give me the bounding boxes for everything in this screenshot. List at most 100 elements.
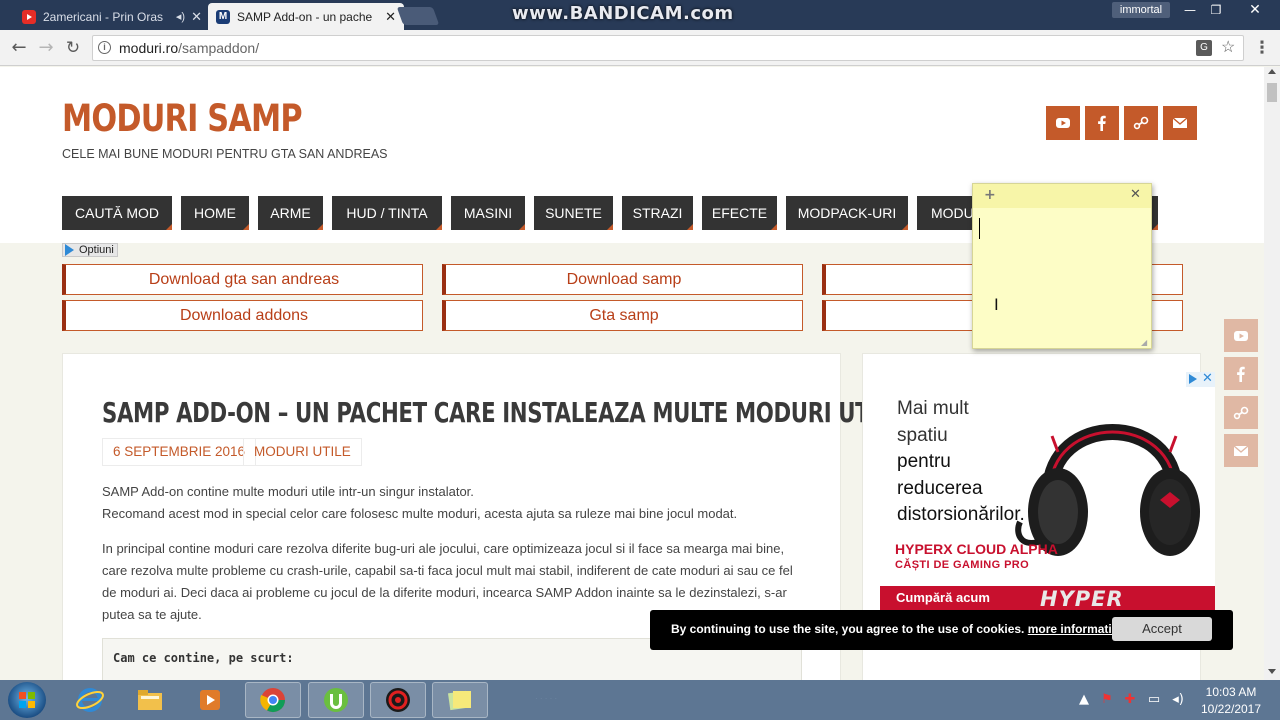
facebook-icon[interactable] bbox=[1085, 106, 1119, 140]
moduri-m-icon: M bbox=[216, 9, 230, 24]
download-addons-button[interactable]: Download addons bbox=[62, 300, 423, 331]
menu-item-arme[interactable]: ARME bbox=[258, 196, 323, 230]
ad-headline: distorsionărilor. bbox=[897, 504, 1025, 525]
accept-button[interactable]: Accept bbox=[1112, 617, 1212, 641]
mail-icon[interactable] bbox=[1163, 106, 1197, 140]
site-tagline: CELE MAI BUNE MODURI PENTRU GTA SAN ANDR… bbox=[62, 147, 388, 161]
close-icon[interactable]: ✕ bbox=[1130, 187, 1141, 202]
url-path: /sampaddon/ bbox=[178, 40, 260, 56]
internet-explorer-icon[interactable] bbox=[62, 682, 118, 718]
reload-icon[interactable]: ↻ bbox=[62, 37, 84, 59]
scroll-thumb[interactable] bbox=[1267, 83, 1277, 102]
security-icon[interactable]: ✚ bbox=[1122, 692, 1138, 708]
browser-toolbar: ← → ↻ i moduri.ro/sampaddon/ G ☆ ⋮ bbox=[0, 30, 1280, 66]
bandicam-watermark: www.BANDICAM.com bbox=[512, 3, 734, 24]
scroll-up-icon[interactable] bbox=[1268, 69, 1276, 74]
start-button[interactable] bbox=[8, 682, 46, 718]
maximize-icon[interactable]: ❐ bbox=[1202, 0, 1230, 20]
ad-subtitle: CĂȘTI DE GAMING PRO bbox=[895, 559, 1030, 571]
volume-icon[interactable]: ◂) bbox=[1170, 692, 1186, 708]
close-tab-icon[interactable]: ✕ bbox=[385, 9, 396, 25]
ad-close-icon[interactable]: ✕ bbox=[1202, 372, 1213, 386]
info-icon[interactable]: i bbox=[98, 41, 111, 54]
url-host: moduri.ro bbox=[119, 40, 179, 56]
site-title[interactable]: MODURI SAMP bbox=[62, 97, 303, 140]
menu-item-sunete[interactable]: SUNETE bbox=[534, 196, 613, 230]
plus-icon[interactable]: + bbox=[984, 187, 996, 203]
url-text: moduri.ro/sampaddon/ bbox=[119, 36, 259, 60]
sticky-note[interactable]: + ✕ I ◢ bbox=[972, 183, 1152, 349]
ad-headline: reducerea bbox=[897, 478, 983, 499]
menu-item-strazi[interactable]: STRAZI bbox=[622, 196, 693, 230]
gta-samp-button[interactable]: Gta samp bbox=[442, 300, 803, 331]
windows-logo-icon bbox=[19, 692, 35, 708]
minimize-icon[interactable]: — bbox=[1176, 0, 1204, 20]
windows-taskbar: · · · · · ▲ ⚑ ✚ ▭ ◂) 10:03 AM 10/22/2017 bbox=[0, 680, 1280, 720]
youtube-icon[interactable] bbox=[1224, 319, 1258, 352]
speaker-icon[interactable]: ◂) bbox=[176, 10, 185, 23]
kebab-menu-icon[interactable]: ⋮ bbox=[1252, 37, 1272, 59]
chrome-icon[interactable] bbox=[245, 682, 301, 718]
cookie-banner: By continuing to use the site, you agree… bbox=[650, 610, 1233, 650]
faded-overlay-text: · · · · · bbox=[535, 694, 558, 703]
clock-time[interactable]: 10:03 AM bbox=[1195, 685, 1267, 699]
youtube-icon[interactable] bbox=[1046, 106, 1080, 140]
download-gta-sa-button[interactable]: Download gta san andreas bbox=[62, 264, 423, 295]
media-player-icon[interactable] bbox=[182, 682, 238, 718]
menu-item-masini[interactable]: MASINI bbox=[451, 196, 525, 230]
web-page: MODURI SAMP CELE MAI BUNE MODURI PENTRU … bbox=[0, 67, 1264, 680]
download-samp-button[interactable]: Download samp bbox=[442, 264, 803, 295]
tab-youtube[interactable]: 2americani - Prin Oras ◂) ✕ bbox=[14, 3, 210, 30]
adchoices-badge[interactable]: ✕ bbox=[1186, 372, 1215, 387]
hyperx-logo: HYPER bbox=[1040, 587, 1124, 611]
post-category[interactable]: MODURI UTILE bbox=[243, 438, 362, 466]
back-arrow-icon[interactable]: ← bbox=[8, 37, 30, 59]
menu-item-home[interactable]: HOME bbox=[181, 196, 249, 230]
hyperx-ad[interactable]: Mai mult spatiu pentru reducerea distors… bbox=[880, 372, 1215, 612]
profile-badge[interactable]: immortal bbox=[1112, 2, 1170, 18]
mail-icon[interactable] bbox=[1224, 434, 1258, 467]
vertical-scrollbar[interactable] bbox=[1264, 67, 1280, 680]
translate-icon[interactable]: G bbox=[1196, 40, 1212, 56]
ad-buy-now[interactable]: Cumpără acum bbox=[896, 590, 990, 605]
forward-arrow-icon[interactable]: → bbox=[35, 37, 57, 59]
text-caret bbox=[979, 218, 980, 239]
utorrent-icon[interactable] bbox=[308, 682, 364, 718]
post-date[interactable]: 6 SEPTEMBRIE 2016 bbox=[102, 438, 257, 466]
cookie-text: By continuing to use the site, you agree… bbox=[671, 622, 1126, 636]
optiuni-adchoices[interactable]: Optiuni bbox=[62, 243, 118, 257]
new-tab-button[interactable] bbox=[396, 7, 440, 25]
ad-headline: pentru bbox=[897, 451, 951, 472]
ad-headline: Mai mult bbox=[897, 398, 969, 419]
steam-icon[interactable] bbox=[1224, 396, 1258, 429]
steam-icon[interactable] bbox=[1124, 106, 1158, 140]
youtube-icon bbox=[22, 9, 36, 24]
monitor-icon[interactable]: ▭ bbox=[1146, 692, 1162, 708]
resize-grip-icon[interactable]: ◢ bbox=[1141, 338, 1147, 347]
post-intro-line: SAMP Add-on contine multe moduri utile i… bbox=[102, 484, 474, 499]
clock-date[interactable]: 10/22/2017 bbox=[1195, 702, 1267, 716]
post-intro: SAMP Add-on contine multe moduri utile i… bbox=[102, 481, 807, 525]
menu-item-cauta-mod[interactable]: CAUTĂ MOD bbox=[62, 196, 172, 230]
close-tab-icon[interactable]: ✕ bbox=[191, 9, 202, 25]
post-intro-line: Recomand acest mod in special celor care… bbox=[102, 506, 738, 521]
menu-item-efecte[interactable]: EFECTE bbox=[702, 196, 777, 230]
menu-item-hud-tinta[interactable]: HUD / TINTA bbox=[332, 196, 442, 230]
bookmark-star-icon[interactable]: ☆ bbox=[1221, 36, 1235, 60]
tab-samp-addon[interactable]: M SAMP Add-on - un pache ✕ bbox=[208, 3, 404, 30]
address-bar[interactable]: i moduri.ro/sampaddon/ G ☆ bbox=[92, 35, 1244, 61]
bandicam-icon[interactable] bbox=[370, 682, 426, 718]
network-flag-icon[interactable]: ⚑ bbox=[1099, 692, 1115, 708]
post-title: SAMP ADD-ON – UN PACHET CARE INSTALEAZA … bbox=[102, 396, 905, 429]
scroll-down-icon[interactable] bbox=[1268, 669, 1276, 674]
file-explorer-icon[interactable] bbox=[122, 682, 178, 718]
facebook-icon[interactable] bbox=[1224, 357, 1258, 390]
sticky-note-header[interactable]: + ✕ bbox=[973, 184, 1151, 208]
tab-title: 2americani - Prin Oras bbox=[43, 9, 164, 24]
show-hidden-icons[interactable]: ▲ bbox=[1076, 692, 1092, 708]
ad-brand: HYPERX CLOUD ALPHA bbox=[895, 541, 1058, 557]
close-window-icon[interactable]: ✕ bbox=[1240, 0, 1270, 20]
sticky-notes-icon[interactable] bbox=[432, 682, 488, 718]
cookie-message: By continuing to use the site, you agree… bbox=[671, 622, 1025, 636]
menu-item-modpack-uri[interactable]: MODPACK-URI bbox=[786, 196, 908, 230]
